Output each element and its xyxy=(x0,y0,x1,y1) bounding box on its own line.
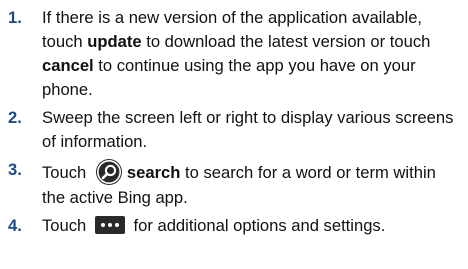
keyword-cancel: cancel xyxy=(42,56,94,75)
step-number: 4. xyxy=(8,216,22,235)
step-text: Sweep the screen left or right to displa… xyxy=(42,108,454,151)
step-text: for additional options and settings. xyxy=(128,216,386,235)
step-text: Touch xyxy=(42,216,91,235)
step-2: 2. Sweep the screen left or right to dis… xyxy=(0,106,462,154)
more-options-icon xyxy=(94,216,125,234)
instruction-list: 1. If there is a new version of the appl… xyxy=(0,6,468,242)
step-4: 4. Touch for additional options and sett… xyxy=(0,214,462,238)
step-text: to continue using the app you have on yo… xyxy=(42,56,416,99)
step-text: to download the latest version or touch xyxy=(141,32,431,51)
search-icon xyxy=(95,159,122,185)
step-number: 3. xyxy=(8,160,22,179)
step-text: Touch xyxy=(42,163,91,182)
step-number: 1. xyxy=(8,8,22,27)
keyword-update: update xyxy=(87,32,142,51)
step-1: 1. If there is a new version of the appl… xyxy=(0,6,462,102)
step-number: 2. xyxy=(8,108,22,127)
keyword-search: search xyxy=(126,163,181,182)
step-3: 3. Touch search to search for a word or … xyxy=(0,158,462,210)
